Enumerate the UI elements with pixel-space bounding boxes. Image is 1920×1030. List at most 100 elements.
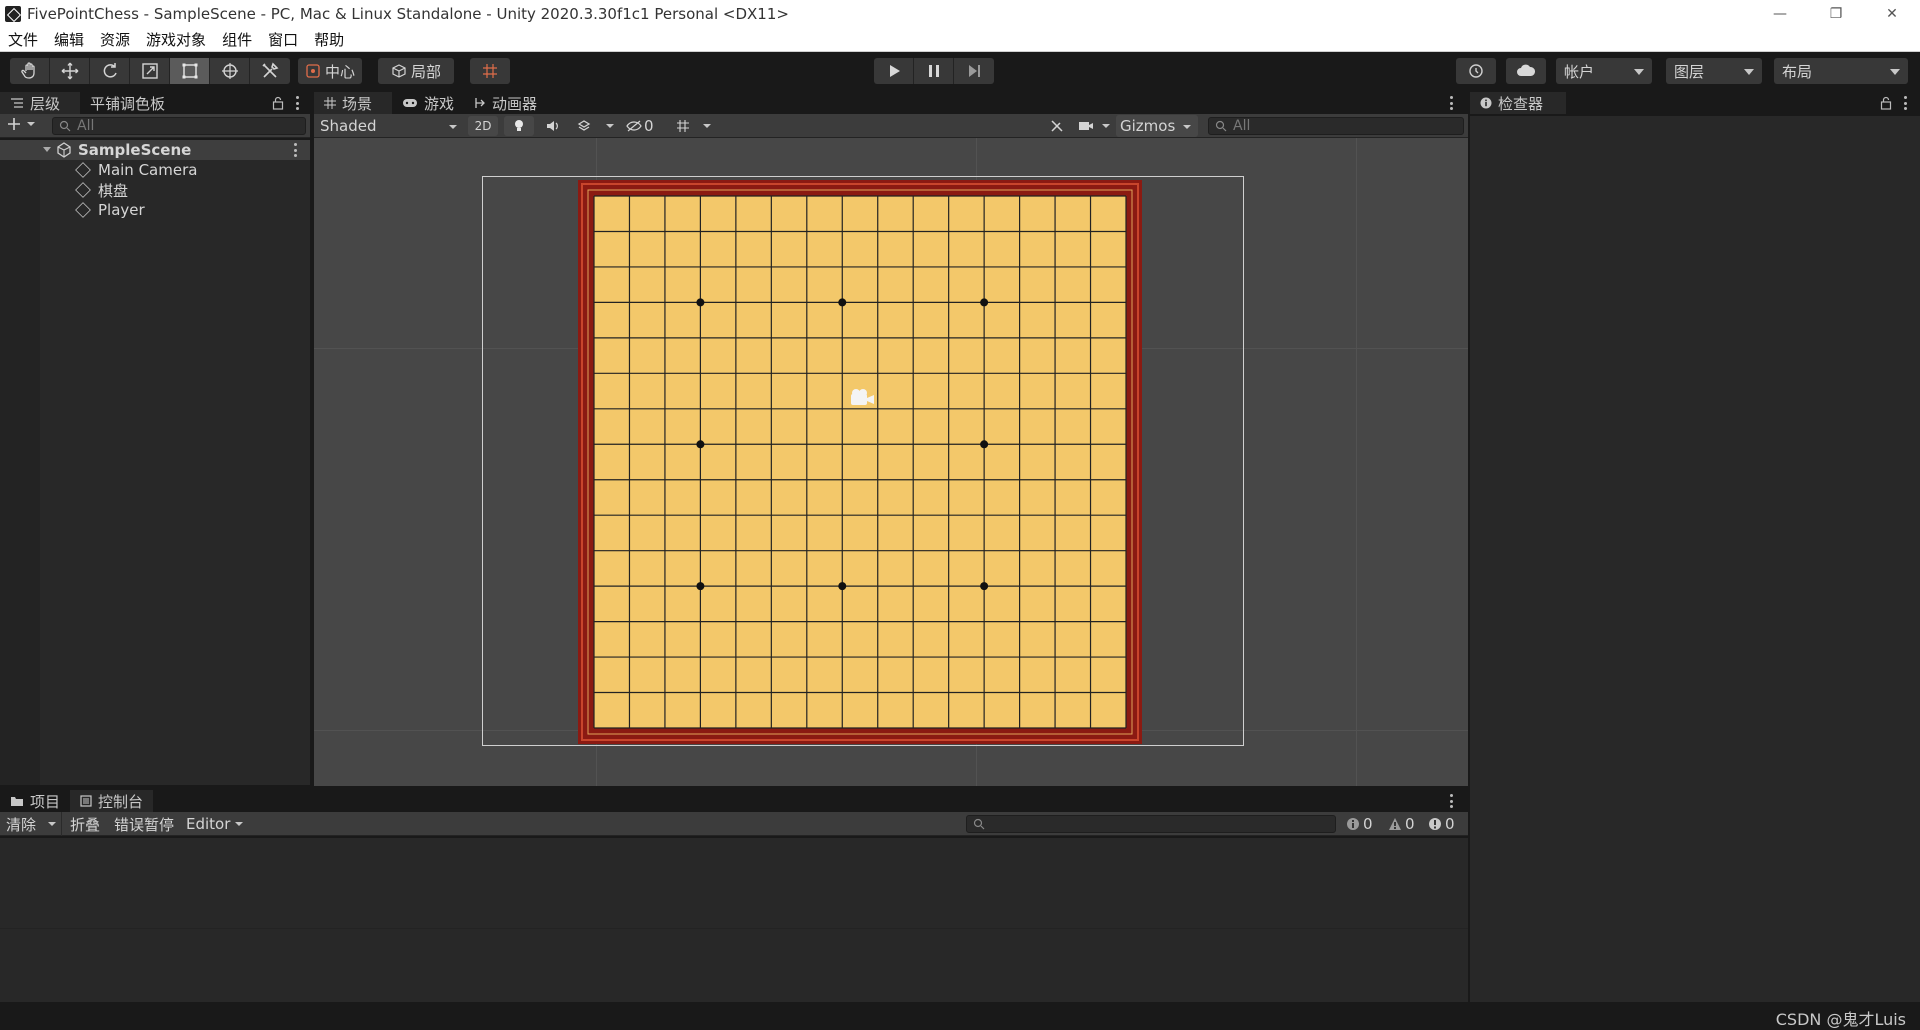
- expand-arrow-icon[interactable]: [42, 145, 52, 155]
- grid-icon: [324, 97, 336, 109]
- board-star-point: [980, 582, 989, 591]
- collab-history-button[interactable]: [1456, 58, 1496, 84]
- chevron-down-icon: [1183, 125, 1191, 129]
- gizmos-dropdown[interactable]: Gizmos: [1116, 115, 1198, 137]
- error-pause-toggle[interactable]: 错误暂停: [108, 812, 180, 836]
- tab-game[interactable]: 游戏: [392, 92, 465, 114]
- inspector-menu-icon[interactable]: [1904, 96, 1908, 110]
- scene-search-input[interactable]: All: [1208, 117, 1464, 135]
- hierarchy-scene-row[interactable]: SampleScene: [42, 140, 310, 160]
- scene-menu-icon[interactable]: [294, 143, 298, 157]
- layers-dropdown[interactable]: 图层: [1666, 58, 1762, 84]
- unity-logo-icon: [5, 6, 21, 22]
- console-menu-icon[interactable]: [1450, 794, 1454, 808]
- tab-inspector[interactable]: 检查器: [1470, 92, 1566, 114]
- editor-dropdown[interactable]: Editor: [182, 812, 248, 836]
- scale-tool-button[interactable]: [130, 58, 170, 84]
- hierarchy-item-board[interactable]: 棋盘: [75, 180, 128, 200]
- cloud-button[interactable]: [1506, 58, 1546, 84]
- chevron-down-icon: [27, 122, 35, 126]
- tab-tile-palette[interactable]: 平铺调色板: [80, 92, 176, 114]
- menu-file[interactable]: 文件: [0, 29, 46, 50]
- scale-icon: [141, 63, 158, 79]
- scene-viewport[interactable]: [314, 138, 1468, 786]
- camera-dropdown[interactable]: [1074, 116, 1114, 136]
- error-count: 0: [1445, 815, 1455, 833]
- hidden-objects-toggle[interactable]: 0: [626, 116, 666, 136]
- animator-icon: [475, 98, 485, 108]
- restore-button[interactable]: ❐: [1808, 0, 1864, 28]
- warning-toggle[interactable]: 0: [1388, 814, 1422, 834]
- layers-label: 图层: [1674, 62, 1705, 81]
- scene-search-placeholder: All: [1233, 118, 1251, 134]
- tab-project[interactable]: 项目: [0, 790, 71, 812]
- hierarchy-item-label: Player: [98, 201, 145, 219]
- menu-assets[interactable]: 资源: [92, 29, 138, 50]
- effects-dropdown[interactable]: [570, 116, 622, 136]
- pivot-group: 中心: [298, 58, 362, 84]
- menu-edit[interactable]: 编辑: [46, 29, 92, 50]
- lightbulb-icon: [515, 120, 523, 131]
- error-toggle[interactable]: 0: [1428, 814, 1462, 834]
- step-button[interactable]: [954, 58, 994, 84]
- plus-icon: [8, 118, 20, 130]
- inspector-tabbar: 检查器: [1470, 92, 1920, 114]
- lock-icon[interactable]: [1880, 96, 1892, 110]
- board-star-point: [980, 298, 989, 307]
- collapse-toggle[interactable]: 折叠: [64, 812, 106, 836]
- tab-hierarchy[interactable]: 层级: [0, 92, 80, 114]
- shading-mode-dropdown[interactable]: Shaded: [316, 115, 462, 137]
- chevron-down-icon: [1890, 69, 1900, 75]
- console-log-area[interactable]: [0, 838, 1468, 1002]
- custom-tool-button[interactable]: [250, 58, 290, 84]
- main-toolbar: 中心 局部 帐户 图层 布局: [0, 52, 1920, 90]
- play-button[interactable]: [874, 58, 914, 84]
- space-toggle[interactable]: 局部: [378, 58, 454, 84]
- editor-label: Editor: [186, 815, 231, 833]
- tab-scene[interactable]: 场景: [314, 92, 392, 114]
- rect-tool-button[interactable]: [170, 58, 210, 84]
- tools-toggle[interactable]: [1044, 116, 1070, 136]
- menu-gameobject[interactable]: 游戏对象: [138, 29, 214, 50]
- tab-console[interactable]: 控制台: [70, 790, 154, 812]
- lighting-toggle[interactable]: [504, 116, 534, 136]
- chessboard[interactable]: [578, 180, 1142, 744]
- rotate-tool-button[interactable]: [90, 58, 130, 84]
- hand-tool-button[interactable]: [10, 58, 50, 84]
- menu-component[interactable]: 组件: [214, 29, 260, 50]
- grid-snap-button[interactable]: [470, 58, 510, 84]
- move-tool-button[interactable]: [50, 58, 90, 84]
- account-dropdown[interactable]: 帐户: [1556, 58, 1652, 84]
- camera-gizmo-icon[interactable]: [847, 388, 877, 408]
- status-bar: CSDN @鬼才Luis: [0, 1002, 1920, 1030]
- 2d-mode-toggle[interactable]: 2D: [468, 116, 498, 136]
- console-search-input[interactable]: [966, 815, 1336, 833]
- hierarchy-item-main-camera[interactable]: Main Camera: [75, 160, 197, 180]
- chevron-down-icon: [449, 125, 457, 129]
- pause-button[interactable]: [914, 58, 954, 84]
- list-icon: [11, 98, 23, 108]
- audio-toggle[interactable]: [538, 116, 568, 136]
- info-toggle[interactable]: 0: [1346, 814, 1380, 834]
- lock-icon[interactable]: [272, 96, 284, 110]
- inspector-body: [1470, 116, 1920, 1002]
- clear-button[interactable]: 清除: [0, 812, 62, 836]
- hierarchy-menu-icon[interactable]: [296, 96, 300, 110]
- gameobject-icon: [75, 182, 91, 198]
- warning-icon: [1389, 818, 1401, 830]
- hierarchy-search-input[interactable]: All: [52, 117, 306, 135]
- scene-menu-icon[interactable]: [1450, 96, 1454, 110]
- minimize-button[interactable]: —: [1752, 0, 1808, 28]
- pivot-toggle[interactable]: 中心: [298, 58, 362, 84]
- eye-slash-icon: [626, 120, 642, 132]
- layout-dropdown[interactable]: 布局: [1774, 58, 1908, 84]
- window-controls: — ❐ ✕: [1752, 0, 1920, 28]
- menu-help[interactable]: 帮助: [306, 29, 352, 50]
- transform-tool-button[interactable]: [210, 58, 250, 84]
- create-button[interactable]: [6, 116, 36, 132]
- grid-dropdown[interactable]: [670, 116, 718, 136]
- menu-window[interactable]: 窗口: [260, 29, 306, 50]
- hierarchy-item-player[interactable]: Player: [75, 200, 145, 220]
- close-button[interactable]: ✕: [1864, 0, 1920, 28]
- tab-animator[interactable]: 动画器: [464, 92, 548, 114]
